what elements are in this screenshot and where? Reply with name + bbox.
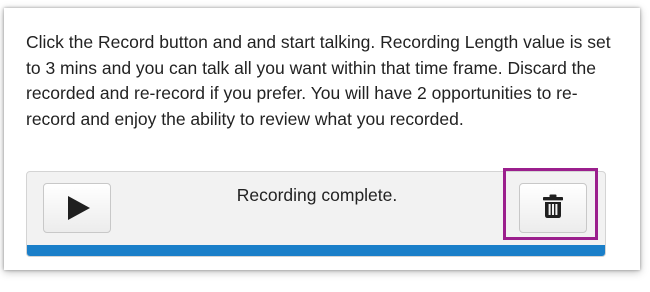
delete-recording-button[interactable] [519, 183, 587, 233]
recording-status: Recording complete. [236, 185, 398, 205]
play-icon [68, 196, 90, 220]
page: Click the Record button and and start ta… [0, 0, 650, 292]
recording-progress-bar [27, 245, 605, 256]
recording-panel: Click the Record button and and start ta… [4, 8, 640, 270]
audio-recorder: Recording complete. [26, 171, 606, 257]
instructions-text: Click the Record button and and start ta… [26, 32, 611, 129]
play-button[interactable] [43, 183, 111, 233]
trash-icon [543, 194, 563, 223]
